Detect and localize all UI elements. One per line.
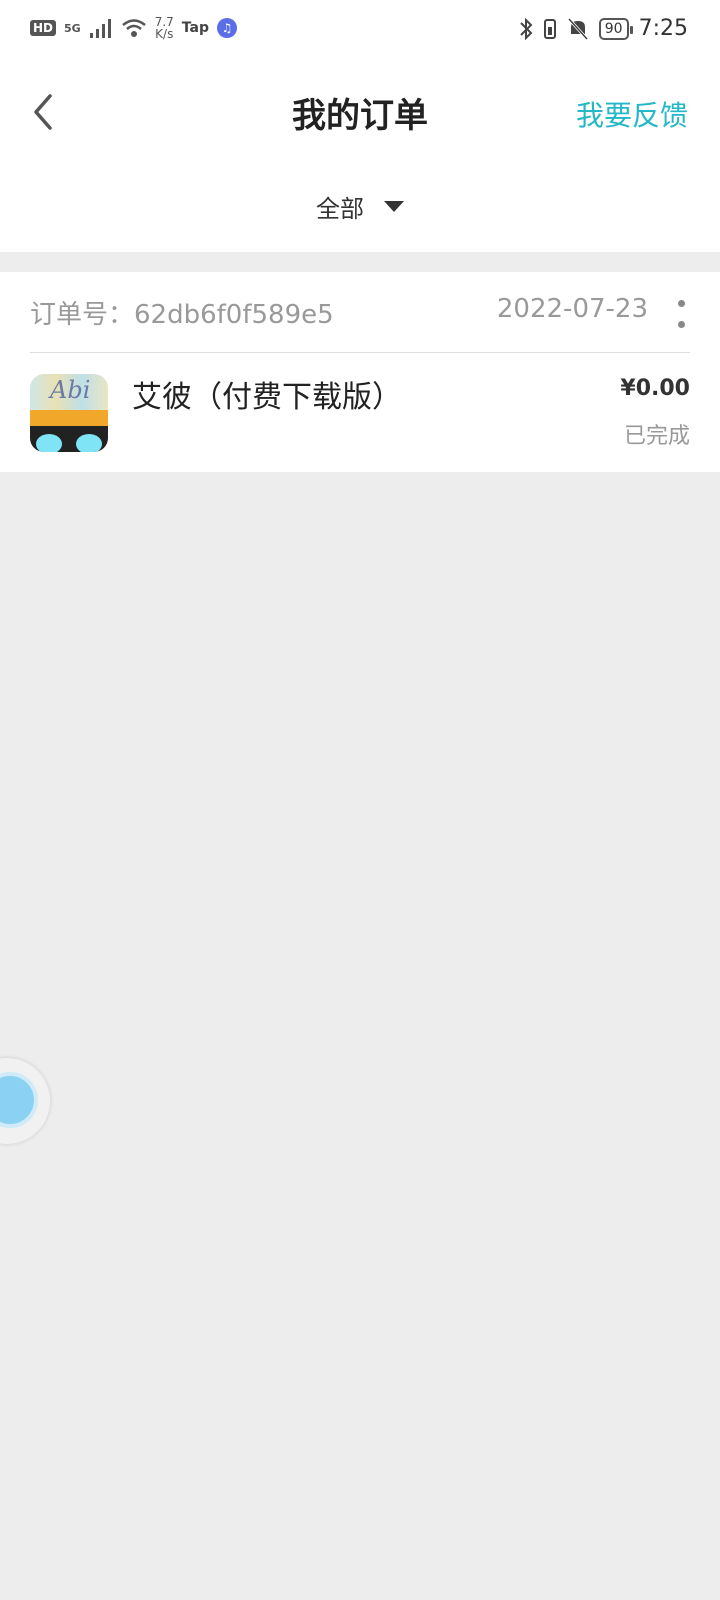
assistant-icon bbox=[0, 1072, 38, 1128]
floating-assistant-button[interactable] bbox=[0, 1058, 50, 1144]
hd-badge: HD bbox=[30, 20, 57, 36]
signal-label: 5G bbox=[64, 21, 81, 35]
order-status: 已完成 bbox=[623, 424, 690, 449]
bluetooth-icon bbox=[520, 17, 533, 40]
divider bbox=[30, 352, 690, 353]
order-number: 订单号：62db6f0f589e5 bbox=[30, 300, 334, 330]
feedback-button[interactable]: 我要反馈 bbox=[576, 94, 688, 134]
tap-label: Tap bbox=[181, 20, 210, 36]
app-icon: Abi bbox=[30, 374, 108, 452]
wifi-icon bbox=[121, 19, 146, 37]
order-card[interactable]: 订单号：62db6f0f589e5 2022-07-23 Abi 艾彼（付费下载… bbox=[0, 272, 720, 472]
status-bar: HD 5G 7.7 K/s Tap ♫ 90 7:25 bbox=[0, 0, 720, 64]
order-date: 2022-07-23 bbox=[496, 294, 648, 324]
more-options-icon[interactable] bbox=[676, 300, 686, 328]
mute-icon bbox=[567, 17, 588, 40]
net-speed-unit: K/s bbox=[155, 27, 174, 41]
signal-icon bbox=[89, 19, 111, 38]
clock: 7:25 bbox=[638, 16, 688, 41]
order-price: ¥0.00 bbox=[620, 376, 690, 401]
nav-bar: 我的订单 我要反馈 bbox=[0, 64, 720, 160]
caret-down-icon bbox=[384, 200, 404, 212]
battery-icon: 90 bbox=[598, 17, 633, 40]
status-right: 90 7:25 bbox=[519, 16, 688, 41]
filter-dropdown[interactable]: 全部 bbox=[0, 160, 720, 252]
app-icon-text: Abi bbox=[50, 376, 91, 404]
net-speed: 7.7 K/s bbox=[155, 16, 174, 40]
status-left: HD 5G 7.7 K/s Tap ♫ bbox=[30, 16, 238, 40]
music-icon: ♫ bbox=[217, 18, 238, 38]
vibrate-icon bbox=[543, 18, 556, 39]
filter-label: 全部 bbox=[316, 194, 364, 223]
app-name: 艾彼（付费下载版） bbox=[132, 380, 402, 415]
